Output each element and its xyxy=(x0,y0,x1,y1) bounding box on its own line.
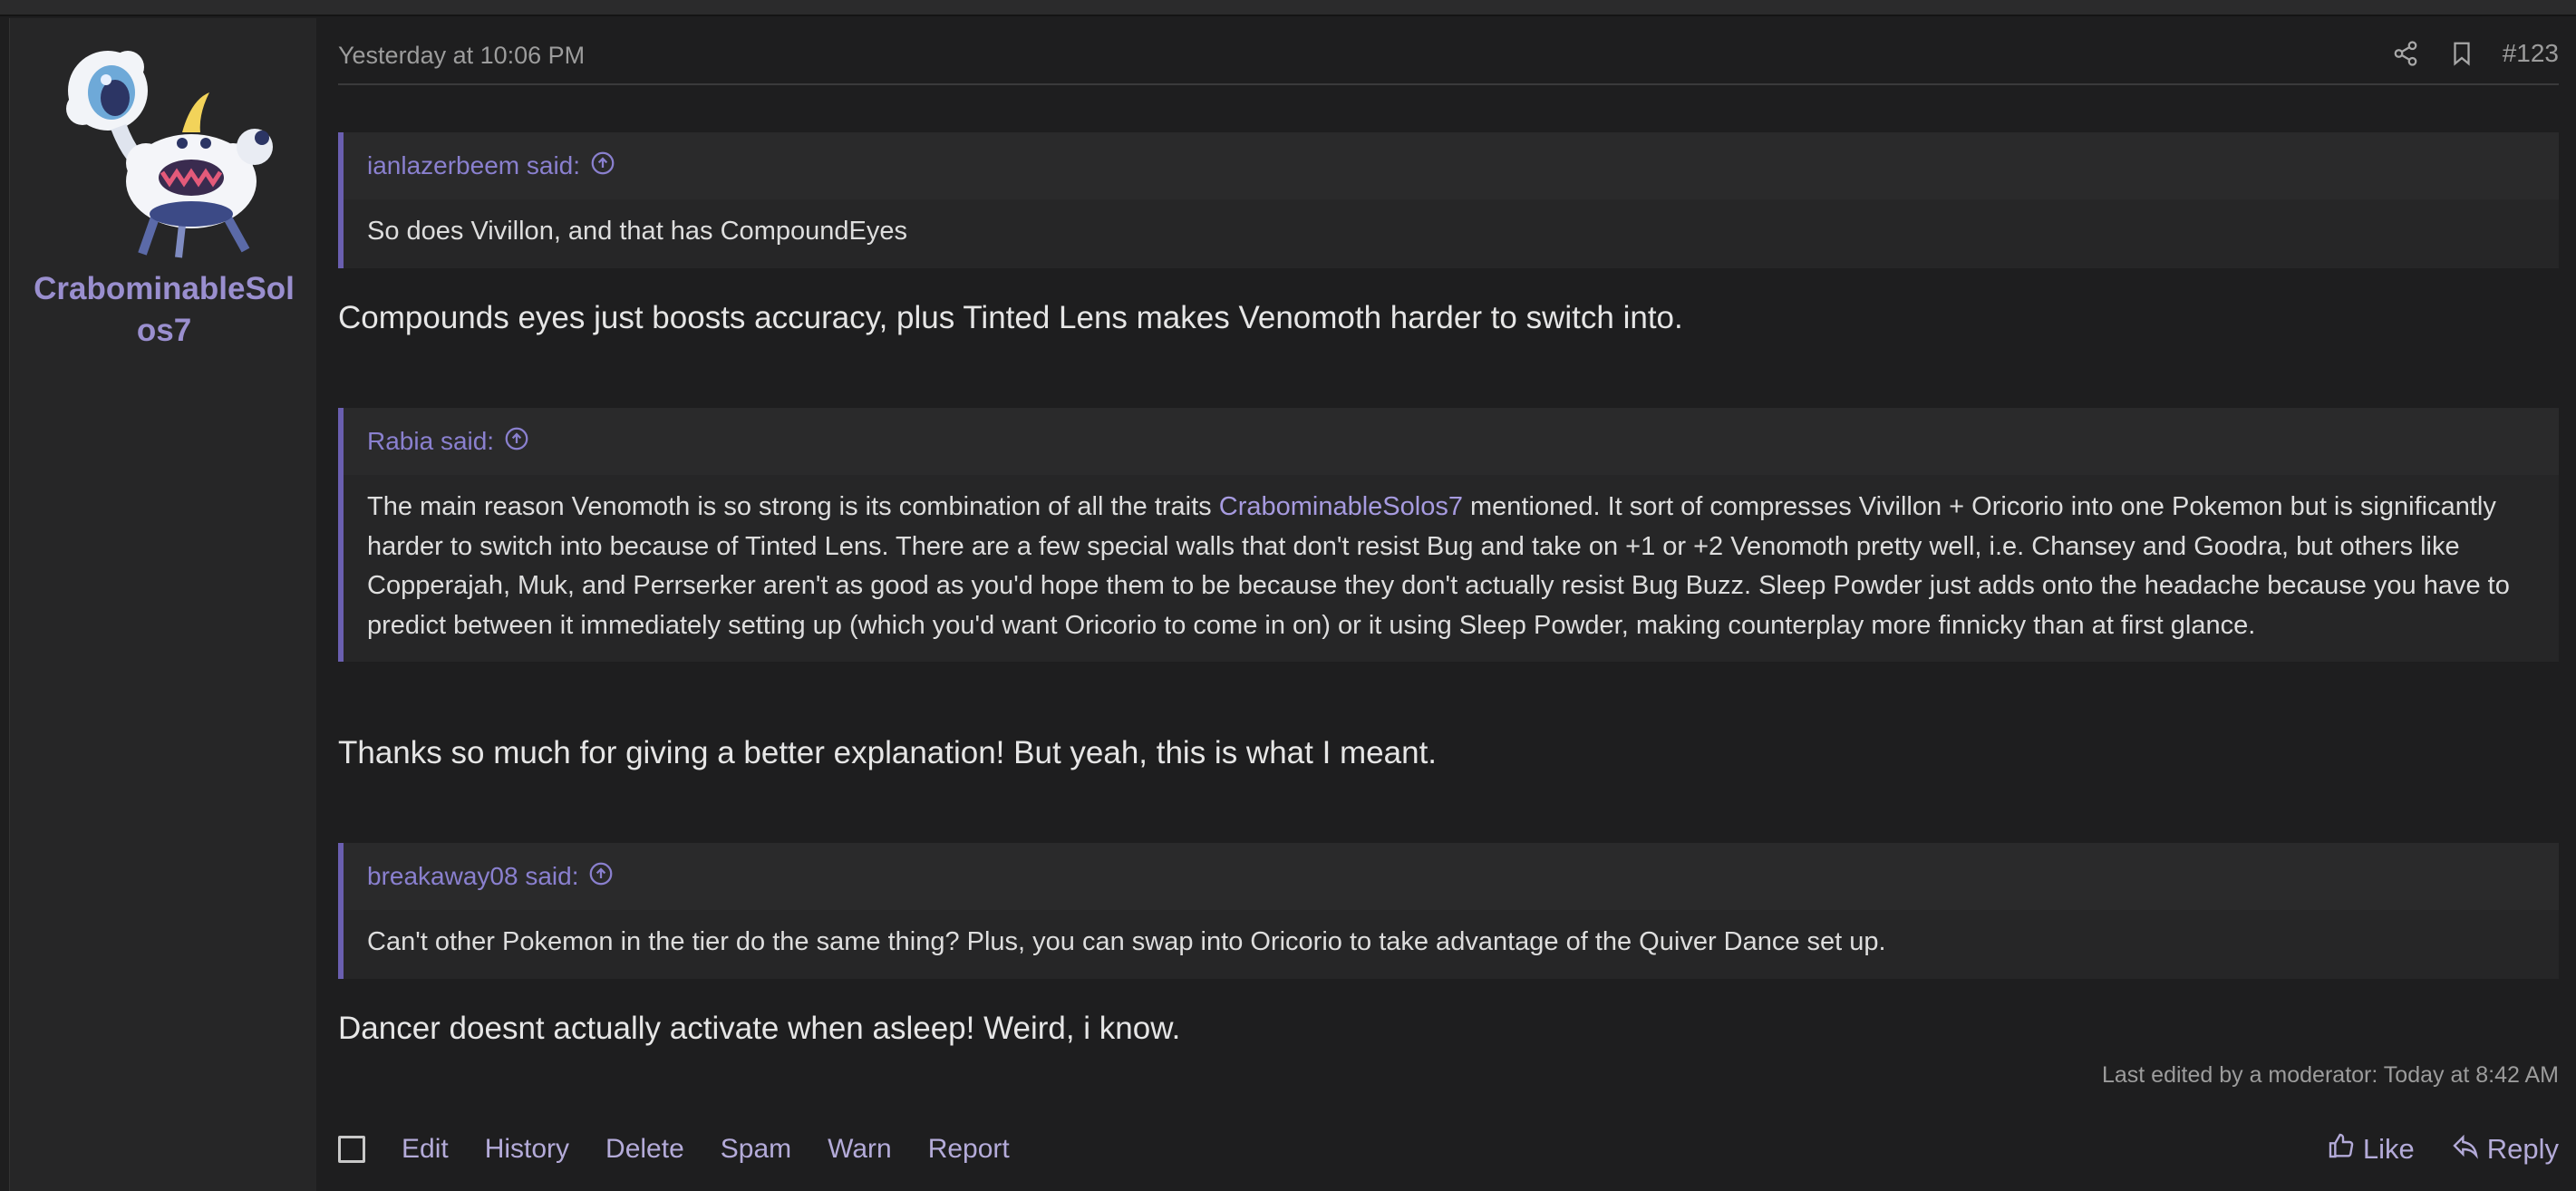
quote-author-link[interactable]: ianlazerbeem said: xyxy=(367,151,580,180)
arrow-up-circle-icon[interactable] xyxy=(587,860,615,894)
warn-link[interactable]: Warn xyxy=(828,1134,892,1165)
post-number-link[interactable]: #123 xyxy=(2503,39,2559,68)
share-icon[interactable] xyxy=(2390,38,2421,69)
reply-icon xyxy=(2451,1131,2480,1167)
like-button[interactable]: Like xyxy=(2327,1131,2415,1167)
quote-text: Can't other Pokemon in the tier do the s… xyxy=(344,910,2559,979)
crabominable-avatar-image xyxy=(66,51,273,258)
moderation-actions: Edit History Delete Spam Warn Report xyxy=(338,1124,1010,1175)
spam-link[interactable]: Spam xyxy=(721,1134,791,1165)
post-header xyxy=(338,40,2559,85)
reply-text: Dancer doesnt actually activate when asl… xyxy=(338,1011,1181,1046)
quote-block: ianlazerbeem said: So does Vivillon, and… xyxy=(338,132,2559,268)
quote-header: Rabia said: xyxy=(344,408,2559,475)
post-content: Yesterday at 10:06 PM #123 ianlazerbeem … xyxy=(338,18,2559,1191)
user-mention-link[interactable]: CrabominableSolos7 xyxy=(1219,492,1463,521)
user-sidebar: CrabominableSolos7 xyxy=(10,18,316,1191)
avatar[interactable] xyxy=(55,36,291,272)
post-header-actions: #123 xyxy=(2390,38,2559,69)
quote-author-link[interactable]: breakaway08 said: xyxy=(367,862,578,891)
select-post-checkbox[interactable] xyxy=(338,1136,365,1163)
quote-text: The main reason Venomoth is so strong is… xyxy=(344,475,2559,662)
arrow-up-circle-icon[interactable] xyxy=(589,150,616,183)
quote-author-link[interactable]: Rabia said: xyxy=(367,427,494,456)
arrow-up-circle-icon[interactable] xyxy=(503,425,530,459)
reply-text: Compounds eyes just boosts accuracy, plu… xyxy=(338,300,1683,335)
like-label: Like xyxy=(2362,1133,2415,1165)
post-date[interactable]: Yesterday at 10:06 PM xyxy=(338,42,585,70)
edit-link[interactable]: Edit xyxy=(402,1134,449,1165)
quote-text: So does Vivillon, and that has CompoundE… xyxy=(344,199,2559,268)
reply-label: Reply xyxy=(2486,1133,2559,1165)
post-footer: Edit History Delete Spam Warn Report Lik… xyxy=(338,1124,2559,1175)
reply-button[interactable]: Reply xyxy=(2451,1131,2559,1167)
report-link[interactable]: Report xyxy=(928,1134,1010,1165)
quote-header: breakaway08 said: xyxy=(344,843,2559,910)
quote-block: breakaway08 said: Can't other Pokemon in… xyxy=(338,843,2559,979)
history-link[interactable]: History xyxy=(485,1134,569,1165)
reaction-actions: Like Reply xyxy=(2327,1124,2559,1175)
edited-note: Last edited by a moderator: Today at 8:4… xyxy=(2101,1062,2559,1088)
forum-post: CrabominableSolos7 Yesterday at 10:06 PM… xyxy=(9,18,2576,1191)
reply-text: Thanks so much for giving a better expla… xyxy=(338,735,1438,770)
bookmark-icon[interactable] xyxy=(2446,38,2477,69)
quote-block: Rabia said: The main reason Venomoth is … xyxy=(338,408,2559,662)
thumbs-up-icon xyxy=(2327,1131,2356,1167)
quote-header: ianlazerbeem said: xyxy=(344,132,2559,199)
username[interactable]: CrabominableSolos7 xyxy=(28,268,300,352)
top-bar xyxy=(0,0,2576,16)
quote-text-part: The main reason Venomoth is so strong is… xyxy=(367,492,1219,521)
delete-link[interactable]: Delete xyxy=(605,1134,684,1165)
